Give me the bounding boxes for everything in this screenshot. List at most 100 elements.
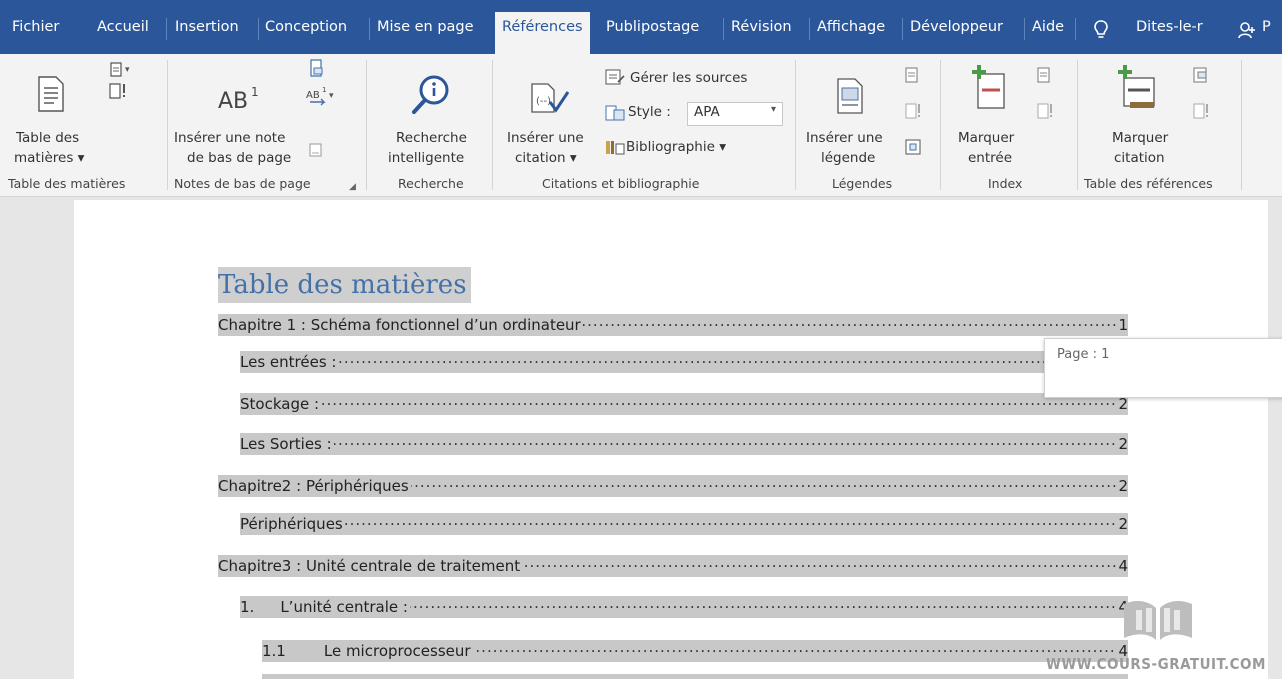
toc-entry[interactable]: 1. L’unité centrale : ...................… xyxy=(240,596,1128,618)
toc-entry-number: 1.1 xyxy=(262,642,286,660)
ribbon-tab-bar: Fichier Accueil Insertion Conception Mis… xyxy=(0,0,1282,56)
svg-text:AB: AB xyxy=(306,90,320,101)
show-notes-icon[interactable] xyxy=(308,142,324,162)
insert-citation-line2[interactable]: citation ▾ xyxy=(515,148,577,168)
insert-caption-line2[interactable]: légende xyxy=(821,148,875,168)
tell-me-search[interactable]: Dites-le-r xyxy=(1136,14,1203,54)
bibliography-icon[interactable] xyxy=(604,138,626,160)
svg-text:▾: ▾ xyxy=(329,91,334,101)
toc-entry-partial xyxy=(262,674,1128,679)
mark-citation-line1[interactable]: Marquer xyxy=(1112,128,1168,148)
insert-citation-icon[interactable]: (--) xyxy=(528,82,570,120)
tab-fichier[interactable]: Fichier xyxy=(12,14,59,54)
toc-entry[interactable]: 1.1 Le microprocesseur ..................… xyxy=(262,640,1128,662)
footnote-button-line1[interactable]: Insérer une note xyxy=(174,128,285,148)
group-label-notes: Notes de bas de page xyxy=(174,176,311,191)
group-label-captions: Légendes xyxy=(832,176,893,191)
update-table-icon[interactable] xyxy=(108,82,128,104)
svg-text:1: 1 xyxy=(251,85,259,99)
style-label: Style : xyxy=(628,104,671,120)
smart-lookup-icon[interactable] xyxy=(410,74,452,120)
style-dropdown-value: APA xyxy=(694,104,720,120)
toc-leader: ........................................… xyxy=(240,351,1128,367)
update-table-of-authorities-icon[interactable] xyxy=(1192,102,1212,124)
toc-entry-text: Chapitre3 : Unité centrale de traitement xyxy=(218,555,523,577)
footnote-ab-text: AB xyxy=(218,89,248,112)
style-dropdown[interactable]: APA ▾ xyxy=(687,102,783,126)
cross-reference-icon[interactable] xyxy=(904,138,922,160)
toc-entry[interactable]: Stockage : .............................… xyxy=(240,393,1128,415)
insert-citation-line1[interactable]: Insérer une xyxy=(507,128,584,148)
mark-citation-line2[interactable]: citation xyxy=(1114,148,1165,168)
tab-accueil[interactable]: Accueil xyxy=(97,14,149,54)
toc-entry-text: Périphériques xyxy=(240,513,345,535)
tab-aide[interactable]: Aide xyxy=(1032,14,1064,54)
mark-entry-icon[interactable] xyxy=(970,64,1006,116)
tab-mise-en-page[interactable]: Mise en page xyxy=(377,14,474,54)
insert-footnote-icon[interactable]: AB 1 xyxy=(218,82,268,116)
style-icon xyxy=(604,104,626,126)
toc-entry[interactable]: Les entrées : ..........................… xyxy=(240,351,1128,373)
toc-entry[interactable]: Chapitre3 : Unité centrale de traitement… xyxy=(218,555,1128,577)
ribbon-references: Table des matières ▾ ▾ Table des matière… xyxy=(0,54,1282,197)
insert-table-of-figures-icon[interactable] xyxy=(904,66,920,88)
dialog-launcher-icon[interactable]: ◢ xyxy=(349,182,356,192)
table-of-contents-icon[interactable] xyxy=(37,76,65,116)
toc-entry-page: 2 xyxy=(1116,475,1128,497)
toc-entry-page: 2 xyxy=(1116,433,1128,455)
manage-sources-icon[interactable] xyxy=(604,68,626,90)
footnote-button-line2[interactable]: de bas de page xyxy=(187,148,291,168)
insert-caption-icon[interactable] xyxy=(836,78,864,118)
tab-references[interactable]: Références xyxy=(495,12,590,56)
bibliography-label[interactable]: Bibliographie ▾ xyxy=(626,137,726,157)
toc-leader: ........................................… xyxy=(240,433,1128,449)
toc-entry[interactable]: Chapitre2 : Périphériques ..............… xyxy=(218,475,1128,497)
svg-text:(--): (--) xyxy=(536,96,551,107)
toc-button-line2[interactable]: matières ▾ xyxy=(14,148,84,168)
update-index-icon[interactable] xyxy=(1036,102,1056,124)
group-label-toa: Table des références xyxy=(1084,176,1213,191)
group-label-search: Recherche xyxy=(398,176,464,191)
insert-endnote-icon[interactable] xyxy=(308,58,328,82)
mark-entry-line2[interactable]: entrée xyxy=(968,148,1012,168)
insert-table-of-authorities-icon[interactable] xyxy=(1192,66,1210,88)
mark-citation-icon[interactable] xyxy=(1116,64,1160,116)
tab-insertion[interactable]: Insertion xyxy=(175,14,239,54)
mark-entry-line1[interactable]: Marquer xyxy=(958,128,1014,148)
watermark-text: WWW.COURS-GRATUIT.COM xyxy=(1046,655,1266,673)
toc-entry-text: L’unité centrale : xyxy=(280,598,408,616)
toc-entry-text: Le microprocesseur xyxy=(323,642,471,660)
toc-entry-text: Chapitre 1 : Schéma fonctionnel d’un ord… xyxy=(218,314,583,336)
insert-index-icon[interactable] xyxy=(1036,66,1052,88)
smart-lookup-line2[interactable]: intelligente xyxy=(388,148,464,168)
smart-lookup-line1[interactable]: Recherche xyxy=(396,128,467,148)
toc-entry[interactable]: Périphériques ..........................… xyxy=(240,513,1128,535)
toc-entry-page: 2 xyxy=(1116,513,1128,535)
chevron-down-icon: ▾ xyxy=(770,104,776,115)
tab-affichage[interactable]: Affichage xyxy=(817,14,885,54)
toc-entry[interactable]: Chapitre 1 : Schéma fonctionnel d’un ord… xyxy=(218,314,1128,336)
add-text-icon[interactable]: ▾ xyxy=(108,60,138,82)
toc-title[interactable]: Table des matières xyxy=(218,267,471,303)
next-footnote-icon[interactable]: AB 1 ▾ xyxy=(306,84,336,110)
tab-revision[interactable]: Révision xyxy=(731,14,792,54)
watermark-book-icon xyxy=(1118,596,1198,650)
share-person-icon[interactable] xyxy=(1238,21,1256,43)
vertical-scrollbar[interactable] xyxy=(1268,197,1282,679)
group-label-toc: Table des matières xyxy=(8,176,126,191)
toc-entry-page: 1 xyxy=(1116,314,1128,336)
lightbulb-icon[interactable] xyxy=(1094,20,1108,44)
tab-publipostage[interactable]: Publipostage xyxy=(606,14,699,54)
update-table-of-figures-icon[interactable] xyxy=(904,102,924,124)
toc-entry[interactable]: Les Sorties : ..........................… xyxy=(240,433,1128,455)
manage-sources-label[interactable]: Gérer les sources xyxy=(630,68,747,88)
share-label[interactable]: P xyxy=(1262,14,1271,54)
toc-entry-text: Les Sorties : xyxy=(240,433,334,455)
toc-button-line1[interactable]: Table des xyxy=(16,128,79,148)
group-label-index: Index xyxy=(988,176,1023,191)
toc-entry-text: Les entrées : xyxy=(240,351,339,373)
insert-caption-line1[interactable]: Insérer une xyxy=(806,128,883,148)
tab-developpeur[interactable]: Développeur xyxy=(910,14,1003,54)
tab-conception[interactable]: Conception xyxy=(265,14,347,54)
toc-leader: ........................................… xyxy=(240,393,1128,409)
